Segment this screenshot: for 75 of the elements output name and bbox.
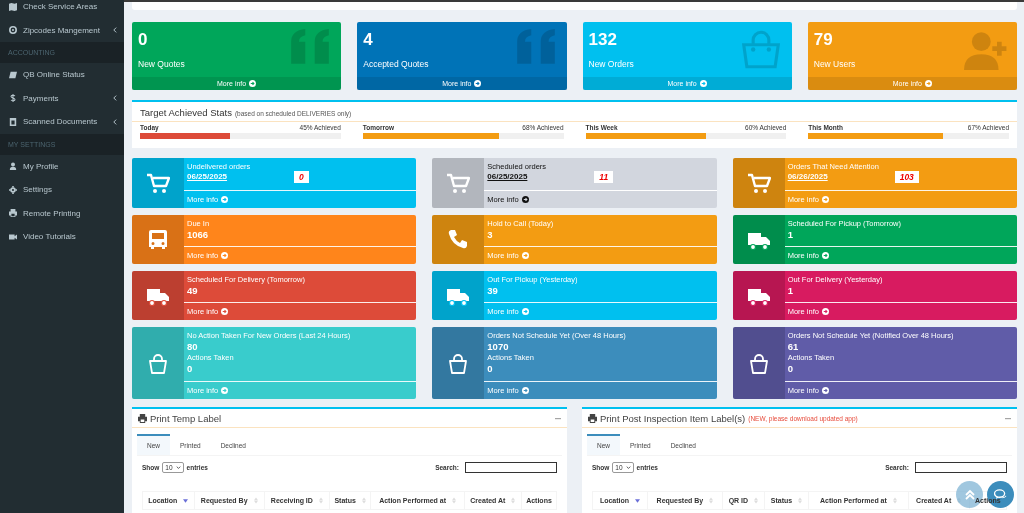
card-value: 80 bbox=[187, 341, 198, 352]
stat-value: 132 bbox=[588, 30, 617, 50]
stat-value: 79 bbox=[813, 30, 833, 50]
arrow-circle-icon bbox=[221, 387, 229, 394]
panel-title: Target Achieved Stats bbox=[140, 107, 232, 118]
arrow-circle-icon bbox=[521, 387, 529, 394]
sidebar-item[interactable]: Zipcodes Mangement bbox=[0, 18, 124, 42]
bus-icon bbox=[146, 228, 170, 251]
double-chevron-up-icon bbox=[963, 488, 976, 501]
card-value: 0 bbox=[487, 363, 493, 374]
search-field[interactable] bbox=[915, 462, 1007, 473]
sidebar-item[interactable]: Payments bbox=[0, 86, 124, 110]
card-icon bbox=[9, 70, 17, 79]
arrow-circle-icon bbox=[221, 252, 229, 259]
sidebar-item[interactable]: My Profile bbox=[0, 154, 124, 178]
stat-value: 0 bbox=[138, 30, 148, 50]
printer-icon bbox=[9, 209, 17, 218]
card-value: 0 bbox=[187, 363, 193, 374]
arrow-circle-icon bbox=[221, 308, 229, 315]
count-badge: 11 bbox=[594, 171, 614, 183]
card-value: 0 bbox=[787, 363, 793, 374]
arrow-circle-icon bbox=[221, 196, 229, 203]
arrow-circle-icon bbox=[821, 308, 829, 315]
arrow-circle-icon bbox=[249, 80, 257, 87]
count-badge: 0 bbox=[294, 171, 309, 183]
sidebar-item[interactable]: Check Service Areas bbox=[0, 0, 124, 19]
arrow-circle-icon bbox=[821, 196, 829, 203]
arrow-circle-icon bbox=[821, 387, 829, 394]
arrow-circle-icon bbox=[521, 196, 529, 203]
printer-icon bbox=[588, 414, 597, 423]
user-icon bbox=[9, 162, 17, 171]
sidebar-item[interactable]: QB Online Status bbox=[0, 63, 124, 87]
panel-title: Print Temp Label bbox=[150, 413, 222, 424]
card-value: 3 bbox=[487, 229, 493, 240]
sidebar-item[interactable]: Settings bbox=[0, 178, 124, 202]
cart-icon bbox=[146, 171, 170, 195]
shopping-bag-icon bbox=[146, 351, 170, 375]
stat-label: New Users bbox=[813, 59, 856, 69]
video-icon bbox=[9, 232, 17, 241]
target-icon bbox=[9, 26, 17, 35]
arrow-circle-icon bbox=[924, 80, 932, 87]
map-icon bbox=[9, 2, 17, 11]
card-value: 1 bbox=[787, 285, 793, 296]
document-icon bbox=[9, 117, 17, 126]
card-value: 1070 bbox=[487, 341, 509, 352]
card-value: 39 bbox=[487, 285, 498, 296]
stat-value: 4 bbox=[363, 30, 373, 50]
date-link[interactable]: 06/25/2025 bbox=[487, 172, 528, 181]
panel-title: Print Post Inspection Item Label(s) bbox=[600, 413, 746, 424]
arrow-circle-icon bbox=[474, 80, 482, 87]
search-field[interactable] bbox=[465, 462, 557, 473]
sidebar-item[interactable]: Remote Printing bbox=[0, 201, 124, 225]
stat-label: New Quotes bbox=[138, 59, 185, 69]
cart-icon bbox=[746, 171, 771, 195]
sidebar-item[interactable]: Scanned Documents bbox=[0, 110, 124, 134]
cart-icon bbox=[446, 171, 471, 195]
add-user-icon bbox=[964, 29, 1008, 70]
card-value: 1 bbox=[787, 229, 793, 240]
stat-label: New Orders bbox=[588, 59, 634, 69]
card-value: 61 bbox=[787, 341, 799, 352]
arrow-circle-icon bbox=[821, 252, 829, 259]
chevron-down-icon bbox=[625, 466, 631, 469]
printer-icon bbox=[138, 414, 147, 423]
arrow-circle-icon bbox=[521, 308, 529, 315]
card-value: 49 bbox=[187, 285, 198, 296]
card-value: 1066 bbox=[187, 229, 209, 240]
count-badge: 103 bbox=[894, 171, 919, 183]
chevron-down-icon bbox=[175, 466, 181, 469]
sidebar-item[interactable]: Video Tutorials bbox=[0, 225, 124, 249]
arrow-circle-icon bbox=[521, 252, 529, 259]
chat-icon bbox=[994, 489, 1007, 500]
stat-label: Accepted Quotes bbox=[363, 59, 429, 69]
arrow-circle-icon bbox=[699, 80, 707, 87]
settings-icon bbox=[9, 185, 17, 194]
dollar-icon bbox=[9, 94, 17, 103]
